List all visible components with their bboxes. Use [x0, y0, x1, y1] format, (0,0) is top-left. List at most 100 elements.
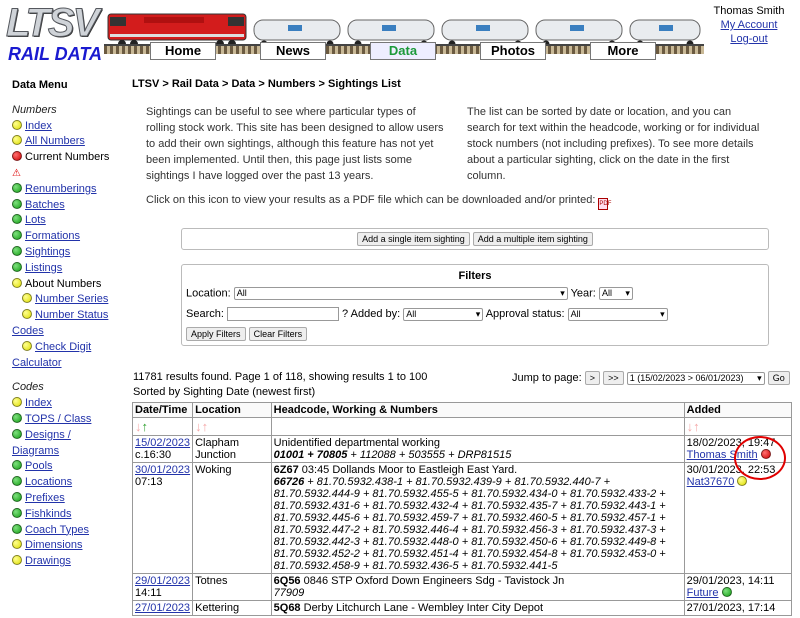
help-icon[interactable]: ?: [342, 308, 348, 320]
sidebar-item-designs[interactable]: Designs /: [12, 428, 124, 444]
sidebar-link[interactable]: Index: [25, 120, 52, 132]
sidebar-link[interactable]: Listings: [25, 262, 62, 274]
sidebar-link[interactable]: All Numbers: [25, 135, 85, 147]
nav-home[interactable]: Home: [150, 42, 216, 60]
sidebar-item-listings[interactable]: Listings: [12, 261, 124, 277]
last-page-button[interactable]: >>: [603, 371, 624, 385]
approval-select[interactable]: All: [567, 307, 668, 321]
add-single-sighting-button[interactable]: Add a single item sighting: [357, 232, 470, 246]
sidebar-link[interactable]: Check Digit: [35, 341, 91, 353]
add-multiple-sighting-button[interactable]: Add a multiple item sighting: [472, 232, 593, 246]
sidebar-link[interactable]: Locations: [25, 476, 72, 488]
red-dot-icon: [12, 151, 22, 162]
sidebar-link[interactable]: Fishkinds: [25, 508, 71, 520]
sighting-date-link[interactable]: 29/01/2023: [135, 575, 190, 587]
added-by-select[interactable]: All: [403, 307, 484, 321]
green-dot-icon: [12, 230, 22, 241]
search-label: Search:: [186, 307, 224, 320]
sort-asc-icon[interactable]: ↑: [202, 419, 209, 434]
sidebar-item-prefixes[interactable]: Prefixes: [12, 491, 124, 507]
sidebar-link[interactable]: Number Status: [35, 309, 108, 321]
year-select[interactable]: All: [598, 287, 633, 300]
sidebar-item-calculator[interactable]: Calculator: [12, 356, 124, 372]
sighting-location: Clapham Junction: [192, 435, 272, 463]
my-account-link[interactable]: My Account: [700, 18, 798, 32]
sighting-location: Woking: [192, 462, 272, 574]
sidebar-link[interactable]: Dimensions: [25, 539, 82, 551]
sidebar-link[interactable]: Drawings: [25, 555, 71, 567]
apply-filters-button[interactable]: Apply Filters: [186, 327, 246, 341]
table-row: 29/01/2023 14:11 Totnes 6Q56 0846 STP Oxf…: [131, 573, 793, 601]
sidebar-link[interactable]: Diagrams: [12, 445, 59, 457]
sidebar-link[interactable]: Pools: [25, 460, 53, 472]
sort-asc-icon[interactable]: ↑: [142, 419, 149, 434]
sidebar-item-sightings[interactable]: Sightings: [12, 245, 124, 261]
sidebar-item-batches[interactable]: Batches: [12, 198, 124, 214]
sidebar-item-tops-class[interactable]: TOPS / Class: [12, 412, 124, 428]
pdf-icon[interactable]: PDF: [598, 198, 611, 210]
nav-photos[interactable]: Photos: [480, 42, 546, 60]
sighting-date-link[interactable]: 15/02/2023: [135, 437, 190, 449]
sidebar-link[interactable]: Lots: [25, 214, 46, 226]
sort-asc-icon[interactable]: ↑: [693, 419, 700, 434]
clear-filters-button[interactable]: Clear Filters: [248, 327, 308, 341]
sidebar-link[interactable]: Coach Types: [25, 524, 89, 536]
yellow-dot-icon: [12, 135, 22, 146]
green-dot-icon: [12, 476, 22, 487]
sidebar-link[interactable]: Number Series: [35, 293, 108, 305]
pdf-text: Click on this icon to view your results …: [146, 194, 596, 206]
location-select[interactable]: All: [233, 287, 568, 300]
sidebar-item-pools[interactable]: Pools: [12, 459, 124, 475]
sidebar-link[interactable]: Formations: [25, 230, 80, 242]
added-by-user-link[interactable]: Nat37670: [687, 476, 735, 488]
sidebar-item-dimensions[interactable]: Dimensions: [12, 538, 124, 554]
sighting-date-link[interactable]: 30/01/2023: [135, 464, 190, 476]
results-count: 11781 results found. Page 1 of 118, show…: [133, 371, 428, 383]
sidebar-link[interactable]: Codes: [12, 325, 44, 337]
sidebar-link[interactable]: Designs /: [25, 429, 71, 441]
sidebar-item-all-numbers[interactable]: All Numbers: [12, 134, 124, 150]
nav-news[interactable]: News: [260, 42, 326, 60]
filters-row-3: Apply Filters Clear Filters: [186, 327, 308, 341]
sidebar-item-drawings[interactable]: Drawings: [12, 554, 124, 570]
added-by-user-link[interactable]: Future: [687, 587, 719, 599]
sidebar-link[interactable]: TOPS / Class: [25, 413, 91, 425]
headcode: 6Q56: [273, 575, 301, 587]
sidebar-item-about-numbers: About Numbers: [12, 277, 124, 293]
next-page-button[interactable]: >: [584, 371, 601, 385]
sidebar-link[interactable]: Calculator: [12, 357, 62, 369]
sidebar-item-formations[interactable]: Formations: [12, 229, 124, 245]
sidebar-item-codes[interactable]: Codes: [12, 324, 124, 340]
sidebar-link[interactable]: Renumberings: [25, 183, 97, 195]
sidebar-item-locations[interactable]: Locations: [12, 475, 124, 491]
sidebar-item-check-digit[interactable]: Check Digit: [12, 340, 124, 356]
sighting-time: 14:11: [135, 587, 162, 599]
sidebar-link[interactable]: Prefixes: [25, 492, 65, 504]
sidebar-link[interactable]: Batches: [25, 199, 65, 211]
sidebar-item-codes-index[interactable]: Index: [12, 396, 124, 412]
sidebar-link[interactable]: Index: [25, 397, 52, 409]
sidebar-item-number-series[interactable]: Number Series: [12, 292, 124, 308]
warning-icon: ⚠: [12, 167, 21, 179]
search-input[interactable]: [226, 307, 339, 321]
sighting-date-link[interactable]: 27/01/2023: [135, 602, 190, 614]
sidebar-item-lots[interactable]: Lots: [12, 213, 124, 229]
site-logo[interactable]: LTSV RAIL DATA: [6, 3, 104, 65]
green-dot-icon: [12, 412, 22, 423]
sidebar-item-renumberings[interactable]: Renumberings: [12, 182, 124, 198]
go-button[interactable]: Go: [767, 371, 790, 385]
sidebar-item-coach-types[interactable]: Coach Types: [12, 523, 124, 539]
nav-data[interactable]: Data: [370, 42, 436, 60]
filters-panel: Filters Location: All Year: All Search: …: [181, 264, 769, 346]
sidebar-item-index[interactable]: Index: [12, 119, 124, 135]
intro-text-right: The list can be sorted by date or locati…: [467, 106, 760, 182]
sidebar-warning: ⚠: [12, 166, 124, 182]
page-select[interactable]: 1 (15/02/2023 > 06/01/2023): [626, 371, 765, 385]
sidebar-item-diagrams[interactable]: Diagrams: [12, 444, 124, 460]
yellow-dot-icon: [12, 277, 22, 288]
sidebar-link[interactable]: Sightings: [25, 246, 70, 258]
sidebar-item-fishkinds[interactable]: Fishkinds: [12, 507, 124, 523]
logout-link[interactable]: Log-out: [700, 32, 798, 46]
nav-more[interactable]: More: [590, 42, 656, 60]
sidebar-item-number-status[interactable]: Number Status: [12, 308, 124, 324]
